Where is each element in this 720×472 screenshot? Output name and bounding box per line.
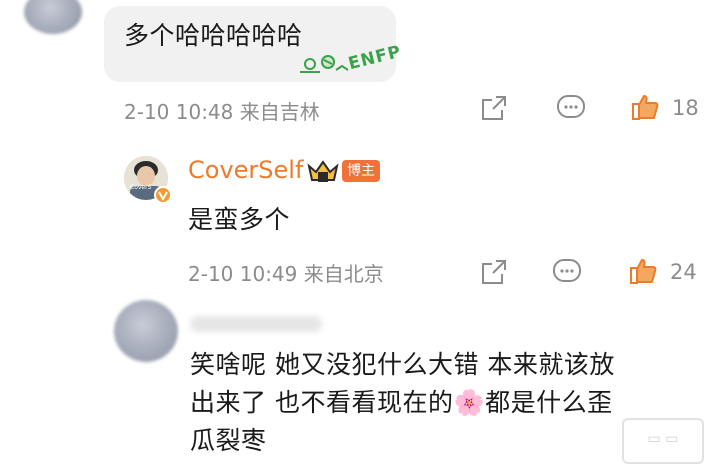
- avatar-blurred-1[interactable]: [24, 0, 82, 34]
- username-blurred[interactable]: [190, 316, 322, 332]
- flower-emoji-icon: 🌸: [453, 388, 486, 417]
- crown-icon: [307, 160, 339, 182]
- share-icon[interactable]: [480, 258, 508, 286]
- comment-meta-1: 2-10 10:48 来自吉林: [124, 100, 320, 124]
- comment-text-2: 是蛮多个: [188, 205, 291, 234]
- badge-blogger: 博主: [342, 160, 380, 182]
- comment-3-line-1: 笑啥呢 她又没犯什么大错 本来就该放: [190, 350, 615, 379]
- share-icon[interactable]: [480, 94, 508, 122]
- comment-text-1: 多个哈哈哈哈哈: [124, 21, 303, 50]
- like-count-2: 24: [670, 260, 697, 284]
- comment-3-line-2a: 出来了 也不看看现在的: [190, 388, 454, 417]
- thumbs-up-icon[interactable]: [630, 92, 660, 122]
- comment-meta-2: 2-10 10:49 来自北京: [188, 262, 384, 286]
- comment-icon[interactable]: [556, 94, 586, 122]
- thumbs-up-icon[interactable]: [628, 256, 658, 286]
- enfp-sticker: ENFP: [296, 42, 408, 78]
- like-count-1: 18: [672, 96, 699, 120]
- avatar-caption: CoverS: [130, 184, 152, 191]
- avatar-blurred-3[interactable]: [114, 300, 178, 362]
- watermark: ▭ ▭: [622, 418, 704, 464]
- comment-3-line-2b: 都是什么歪: [485, 388, 613, 417]
- username-coverself[interactable]: CoverSelf: [188, 156, 303, 184]
- comment-3-line-2: 出来了 也不看看现在的🌸都是什么歪: [190, 384, 702, 422]
- comment-icon[interactable]: [552, 258, 582, 286]
- verified-v-icon: [154, 186, 172, 204]
